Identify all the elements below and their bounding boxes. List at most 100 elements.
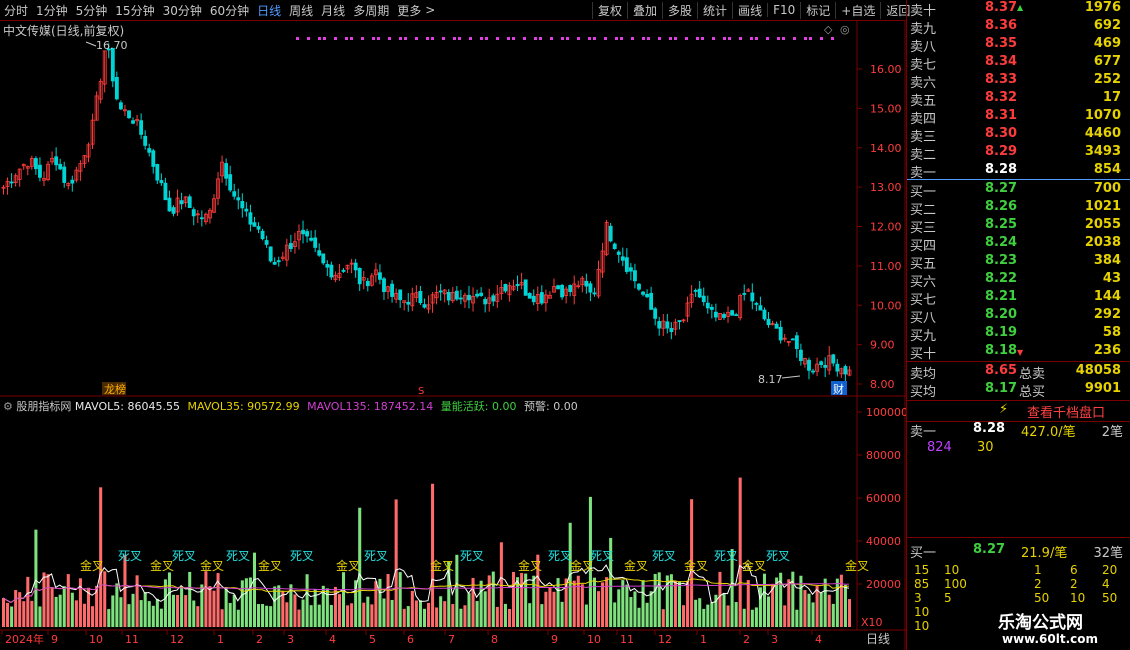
signal-marker	[620, 37, 623, 40]
candle-body	[730, 310, 735, 316]
volume-bar	[572, 580, 576, 627]
volume-bar	[613, 602, 617, 627]
month-label: 3	[771, 633, 778, 646]
tick-cell: 10	[914, 605, 930, 619]
candle-body	[608, 225, 613, 242]
dead-cross-label: 死叉	[590, 549, 614, 563]
bid-row[interactable]: 买四 8.24 2038	[907, 235, 1130, 254]
volume-bar	[42, 572, 46, 627]
volume-bar	[746, 580, 750, 627]
signal-marker	[647, 37, 650, 40]
volume-bar	[362, 602, 366, 627]
month-label: 8	[491, 633, 498, 646]
look-depth-button[interactable]: 查看千档盘口	[1027, 402, 1105, 421]
ask-row[interactable]: 卖六 8.33 252	[907, 72, 1130, 91]
volume-bar	[467, 593, 471, 627]
bid-row[interactable]: 买三 8.25 2055	[907, 217, 1130, 236]
signal-marker	[701, 37, 704, 40]
candle-body	[798, 349, 803, 361]
candle-body	[823, 364, 828, 368]
bid-price: 8.18	[985, 343, 1018, 358]
volume-bar	[192, 600, 196, 627]
volume-bar	[184, 595, 188, 627]
ask-row[interactable]: 卖四 8.31 1070	[907, 108, 1130, 127]
signal-marker	[577, 37, 580, 40]
ask-row[interactable]: 卖九 8.36 692	[907, 18, 1130, 37]
ask-level-label: 卖八	[910, 40, 937, 55]
bid-row[interactable]: 买五 8.23 384	[907, 253, 1130, 272]
bid-row[interactable]: 买一 8.27 700	[907, 181, 1130, 200]
signal-marker	[674, 37, 677, 40]
signal-marker	[485, 37, 488, 40]
volume-bar	[167, 572, 171, 627]
tick-cell: 10	[914, 619, 930, 633]
avg-label: 买均	[910, 385, 937, 400]
min-price-pointer	[781, 375, 801, 379]
look-depth-area: ⚡ 查看千档盘口	[907, 400, 1130, 422]
candle-body	[288, 243, 293, 249]
target-icon: ◎	[840, 23, 850, 36]
volume-bar	[18, 592, 22, 627]
indicator-name[interactable]: 股朋指标网	[16, 400, 71, 413]
bid-row[interactable]: 买八 8.20 292	[907, 307, 1130, 326]
ask-row[interactable]: 卖七 8.34 677	[907, 54, 1130, 73]
volume-bar	[584, 604, 588, 627]
candle-body	[329, 264, 334, 278]
volume-bar	[443, 601, 447, 627]
bid-row[interactable]: 买六 8.22 43	[907, 271, 1130, 290]
gold-cross-label: 金叉	[150, 558, 174, 573]
volume-bar	[803, 590, 807, 627]
dead-cross-label: 死叉	[548, 549, 572, 563]
volume-bar	[261, 604, 265, 627]
volume-bar	[224, 587, 228, 627]
bid-row[interactable]: 买七 8.21 144	[907, 289, 1130, 308]
signal-marker	[345, 37, 348, 40]
candle-body	[835, 363, 840, 372]
volume-bar	[62, 586, 66, 627]
spread-separator	[907, 179, 1130, 180]
signal-marker	[593, 37, 596, 40]
tick-cell: 20	[1102, 563, 1118, 577]
candle-body	[754, 303, 759, 305]
ask-volume: 3493	[1084, 144, 1121, 159]
volume-bar	[390, 599, 394, 627]
tick-cell: 6	[1070, 563, 1078, 577]
signal-marker	[804, 37, 807, 40]
candle-body	[171, 207, 176, 214]
volume-bar	[394, 499, 398, 627]
volume-bar	[451, 604, 455, 627]
volume-bar	[795, 609, 799, 627]
volume-bar	[99, 487, 103, 627]
ask-row[interactable]: 卖五 8.32 17	[907, 90, 1130, 109]
ask-price: 8.32	[985, 90, 1018, 105]
ask-row[interactable]: 卖三 8.30 4460	[907, 126, 1130, 145]
tick-cell: 5	[944, 591, 952, 605]
vol-unit-label: X10	[861, 616, 883, 629]
volume-bar	[787, 579, 791, 627]
candle-body	[301, 229, 305, 235]
settings-icon[interactable]: ⚙	[3, 400, 13, 413]
volume-bar	[58, 594, 62, 627]
volume-bar	[431, 483, 435, 627]
candle-body	[9, 181, 14, 184]
candle-body	[588, 283, 593, 293]
candle-body	[475, 293, 480, 297]
sell1-queue-1: 824	[927, 440, 952, 455]
sell1-queue: 824 30	[907, 440, 1130, 458]
bid-volume: 384	[1093, 253, 1121, 268]
ask-row[interactable]: 卖一 8.28 854	[907, 162, 1130, 181]
dead-cross-label: 死叉	[766, 549, 790, 563]
volume-bar	[273, 586, 277, 627]
volume-bar	[232, 594, 236, 627]
ask-row[interactable]: 卖八 8.35 469	[907, 36, 1130, 55]
ask-row[interactable]: 卖二 8.29 3493	[907, 144, 1130, 163]
volume-bar	[176, 594, 180, 627]
candle-body	[584, 280, 589, 287]
volume-bar	[580, 584, 584, 627]
bid-row[interactable]: 买二 8.26 1021	[907, 199, 1130, 218]
candle-body	[742, 293, 747, 295]
bid-row[interactable]: 买九 8.19 58	[907, 325, 1130, 344]
signal-marker	[777, 37, 780, 40]
candle-body	[353, 262, 358, 271]
volume-bar	[762, 573, 766, 627]
